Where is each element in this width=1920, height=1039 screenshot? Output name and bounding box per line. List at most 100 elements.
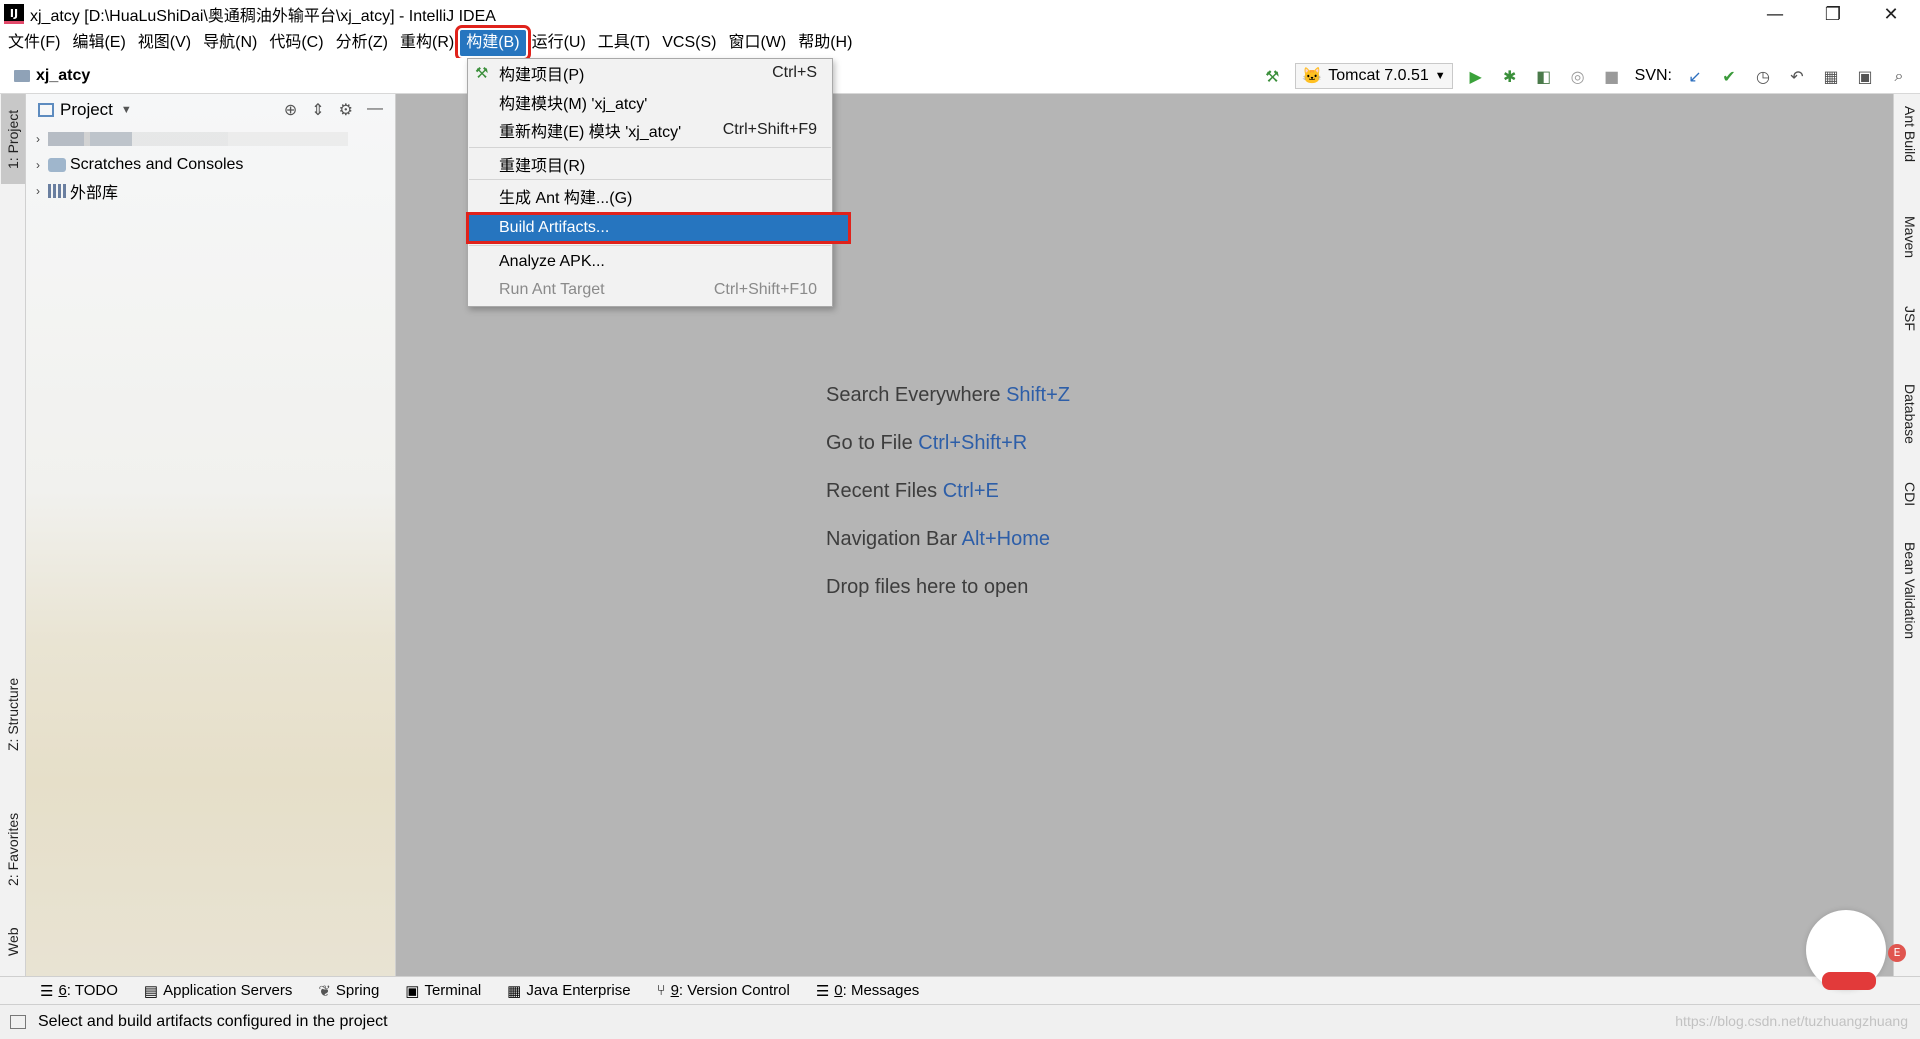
menu-item-shortcut: Ctrl+Shift+F10 [713,281,817,298]
menu-window[interactable]: 窗口(W) [722,30,792,56]
tab-database[interactable]: Database [1896,384,1918,444]
assistant-mascot[interactable]: E [1800,910,1906,1002]
build-menu-dropdown: ⚒ 构建项目(P) Ctrl+S 构建模块(M) 'xj_atcy' 重新构建(… [466,58,851,307]
restore-button[interactable]: ❐ [1804,0,1862,28]
tab-favorites-label: 2: Favorites [5,812,21,886]
tab-web[interactable]: Web [1,914,25,970]
project-structure-icon[interactable]: ▦ [1820,65,1842,87]
breadcrumb-project[interactable]: xj_atcy [36,67,90,85]
chevron-right-icon[interactable]: › [28,132,48,146]
run-configuration-select[interactable]: 🐱 Tomcat 7.0.51 ▼ [1295,63,1453,89]
tab-version-control[interactable]: ⑂ 9: Version Control [657,982,790,999]
menu-view[interactable]: 视图(V) [132,30,197,56]
right-tool-stripe: Ant Build Maven JSF Database CDI Bean Va… [1893,94,1920,976]
tab-todo[interactable]: ☰ 6: TODO [40,982,118,1000]
tab-spring[interactable]: ❦ Spring [318,982,379,1000]
menu-help[interactable]: 帮助(H) [792,30,858,56]
menu-item-build-artifacts[interactable]: Build Artifacts... [466,212,851,244]
hint-text: Drop files here to open [826,576,1029,598]
hint-shortcut: Alt+Home [961,528,1051,550]
mascot-badge[interactable]: E [1888,944,1906,962]
presentation-icon[interactable]: ▣ [1854,65,1876,87]
chevron-right-icon[interactable]: › [28,184,48,198]
tab-structure[interactable]: Z: Structure [1,664,25,764]
chevron-down-icon[interactable]: ▼ [121,104,132,116]
hide-icon[interactable]: — [367,100,383,120]
hint-shortcut: Ctrl+E [942,480,999,502]
menu-item-label: 重建项目(R) [499,158,586,175]
watermark-text: https://blog.csdn.net/tuzhuangzhuang [1675,1013,1908,1029]
menu-item-rebuild-project[interactable]: 重建项目(R) [469,151,831,177]
menu-analyze[interactable]: 分析(Z) [330,30,394,56]
tab-terminal[interactable]: ▣ Terminal [405,982,481,1000]
build-hammer-icon[interactable]: ⚒ [1261,65,1283,87]
menu-code[interactable]: 代码(C) [263,30,329,56]
locate-icon[interactable]: ⊕ [284,100,297,120]
menu-item-run-ant-target[interactable]: Run Ant Target Ctrl+Shift+F10 [469,277,831,303]
status-bar: Select and build artifacts configured in… [0,1004,1920,1039]
tab-project[interactable]: 1: Project [1,94,25,184]
menu-item-analyze-apk[interactable]: Analyze APK... [469,249,831,275]
menu-item-shortcut: Ctrl+S [772,64,817,81]
tab-number: 9 [670,982,679,999]
menu-item-label: Run Ant Target [499,281,605,298]
collapse-all-icon[interactable]: ⇕ [311,100,324,120]
tab-jsf[interactable]: JSF [1896,306,1918,331]
tab-application-servers[interactable]: ▤ Application Servers [144,982,292,1000]
stop-icon[interactable]: ■ [1601,65,1623,87]
menu-item-build-project[interactable]: ⚒ 构建项目(P) Ctrl+S [469,60,831,86]
menu-vcs[interactable]: VCS(S) [656,30,722,56]
menu-navigate[interactable]: 导航(N) [197,30,263,56]
run-icon[interactable]: ▶ [1465,65,1487,87]
tree-item-scratches[interactable]: › Scratches and Consoles [26,152,395,178]
blurred-project-name [48,132,348,146]
close-button[interactable]: ✕ [1862,0,1920,28]
minimize-button[interactable]: — [1746,0,1804,28]
tab-bean-validation[interactable]: Bean Validation [1896,542,1918,639]
todo-icon: ☰ [40,982,54,1000]
library-icon [48,184,66,198]
menu-separator [469,212,831,213]
spring-leaf-icon: ❦ [318,982,331,1000]
profile-icon[interactable]: ◎ [1567,65,1589,87]
menu-separator [469,245,831,246]
breadcrumb[interactable]: xj_atcy [14,67,90,85]
revert-icon[interactable]: ↶ [1786,65,1808,87]
tab-messages[interactable]: ☰ 0: Messages [816,982,920,1000]
toolbar-actions: ⚒ 🐱 Tomcat 7.0.51 ▼ ▶ ✱ ◧ ◎ ■ SVN: ↙ ✔ ◷… [1261,62,1910,90]
tab-java-enterprise[interactable]: ▦ Java Enterprise [507,982,630,1000]
svn-commit-icon[interactable]: ✔ [1718,65,1740,87]
window-controls: — ❐ ✕ [1746,0,1920,28]
tab-maven[interactable]: Maven [1896,216,1918,258]
menu-run[interactable]: 运行(U) [526,30,592,56]
search-icon[interactable]: ⌕ [1888,65,1910,87]
gear-icon[interactable]: ⚙ [339,100,353,120]
project-panel-tools: ⊕ ⇕ ⚙ — [284,100,383,120]
hint-text: Go to File [826,432,913,454]
menu-item-shortcut: Ctrl+Shift+F9 [722,121,817,138]
chevron-right-icon[interactable]: › [28,158,48,172]
menu-item-rebuild-module[interactable]: 重新构建(E) 模块 'xj_atcy' Ctrl+Shift+F9 [469,117,831,143]
tree-item-external-libraries[interactable]: › 外部库 [26,178,395,204]
menu-refactor[interactable]: 重构(R) [394,30,460,56]
menu-edit[interactable]: 编辑(E) [66,30,131,56]
coverage-icon[interactable]: ◧ [1533,65,1555,87]
debug-icon[interactable]: ✱ [1499,65,1521,87]
menu-tools[interactable]: 工具(T) [592,30,656,56]
menu-build[interactable]: 构建(B) [455,25,531,61]
terminal-icon: ▣ [405,982,420,1000]
menu-item-build-module[interactable]: 构建模块(M) 'xj_atcy' [469,89,831,115]
project-view-selector[interactable]: Project [60,100,113,120]
menu-item-generate-ant-build[interactable]: 生成 Ant 构建...(G) [469,183,831,209]
history-icon[interactable]: ◷ [1752,65,1774,87]
tree-item-project-root[interactable]: › [26,126,395,152]
tab-web-label: Web [5,927,21,957]
menu-file[interactable]: 文件(F) [2,30,66,56]
menu-separator [469,147,831,148]
tool-windows-toggle-icon[interactable] [10,1015,26,1029]
tab-favorites[interactable]: 2: Favorites [1,794,25,904]
tab-cdi[interactable]: CDI [1896,482,1918,506]
tree-item-label: 外部库 [70,185,119,202]
svn-update-icon[interactable]: ↙ [1684,65,1706,87]
tab-ant-build[interactable]: Ant Build [1896,106,1918,162]
